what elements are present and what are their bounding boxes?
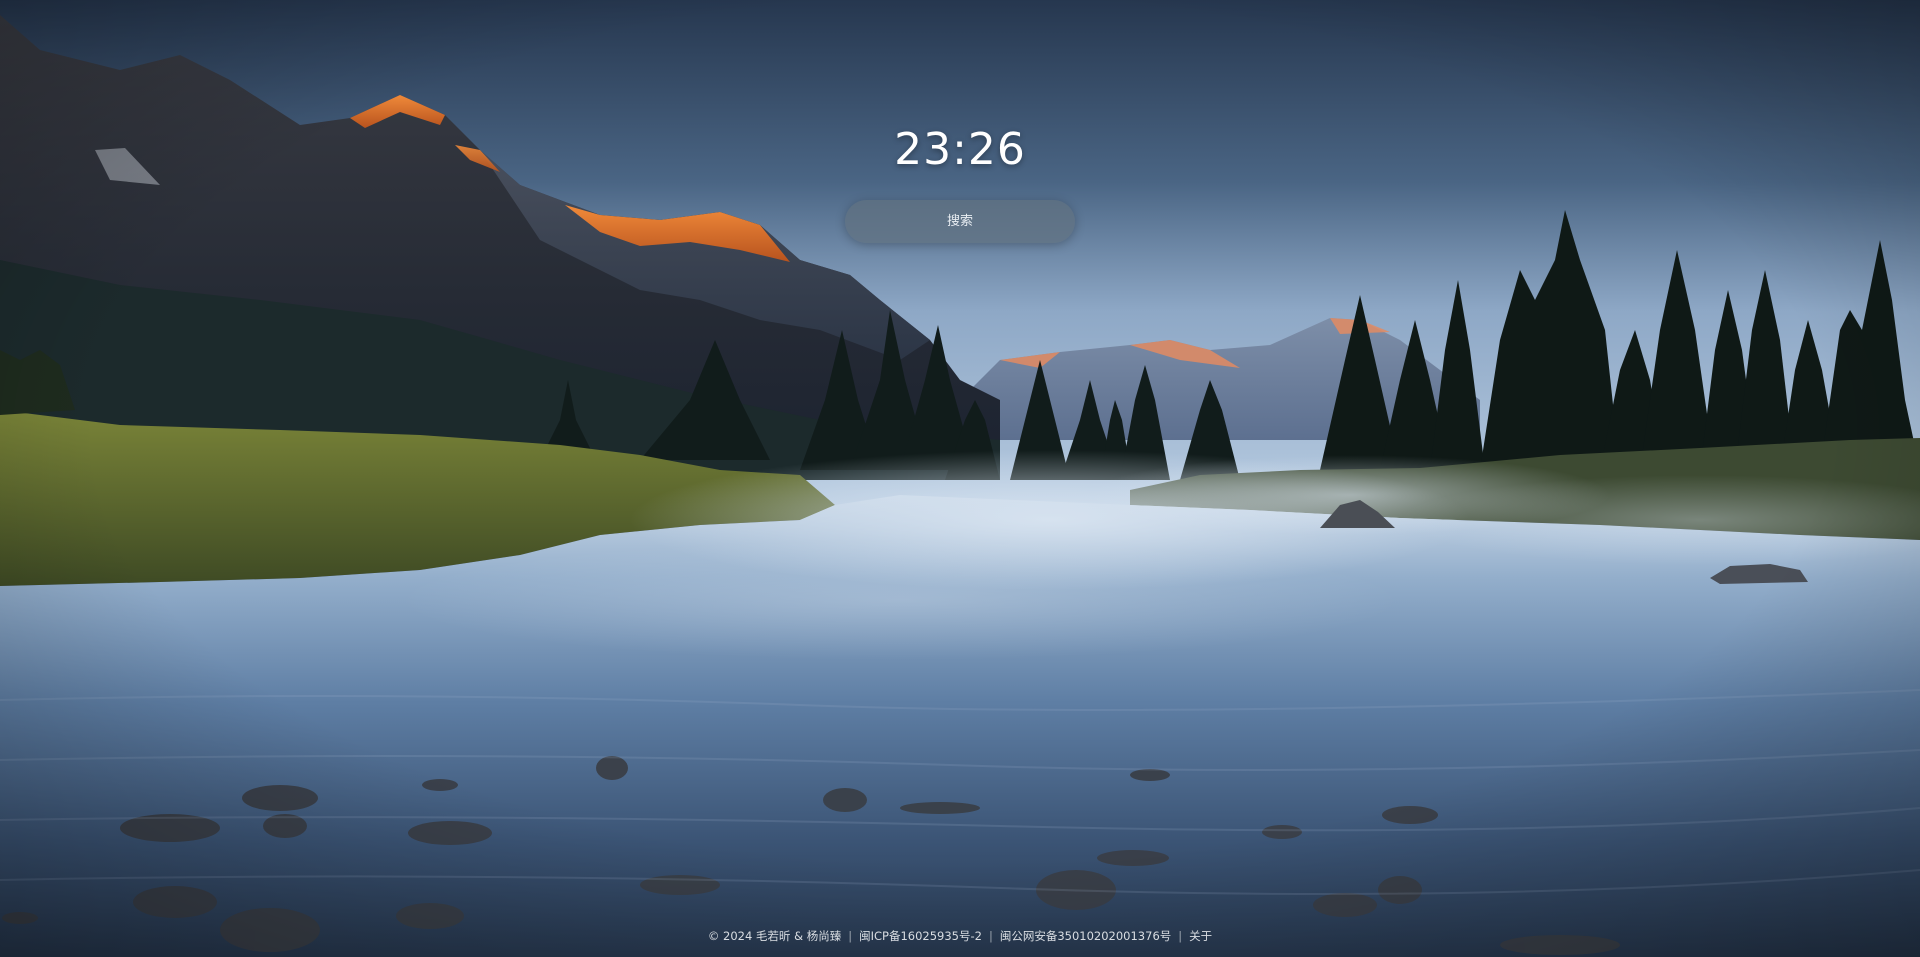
- footer-police-link[interactable]: 闽公网安备35010202001376号: [1000, 929, 1171, 943]
- footer-separator: |: [988, 929, 993, 943]
- search-bar[interactable]: [845, 200, 1075, 243]
- footer-about-link[interactable]: 关于: [1189, 929, 1212, 943]
- footer-copyright: © 2024 毛若昕 & 杨尚臻: [707, 929, 842, 943]
- footer-separator: |: [1178, 929, 1183, 943]
- search-input[interactable]: [845, 200, 1075, 243]
- footer-icp-link[interactable]: 闽ICP备16025935号-2: [859, 929, 982, 943]
- new-tab-page: 23:26 © 2024 毛若昕 & 杨尚臻 | 闽ICP备16025935号-2 |…: [0, 0, 1920, 957]
- footer-separator: |: [848, 929, 853, 943]
- clock-time: 23:26: [894, 124, 1026, 175]
- footer: © 2024 毛若昕 & 杨尚臻 | 闽ICP备16025935号-2 | 闽公网安备3…: [0, 928, 1920, 944]
